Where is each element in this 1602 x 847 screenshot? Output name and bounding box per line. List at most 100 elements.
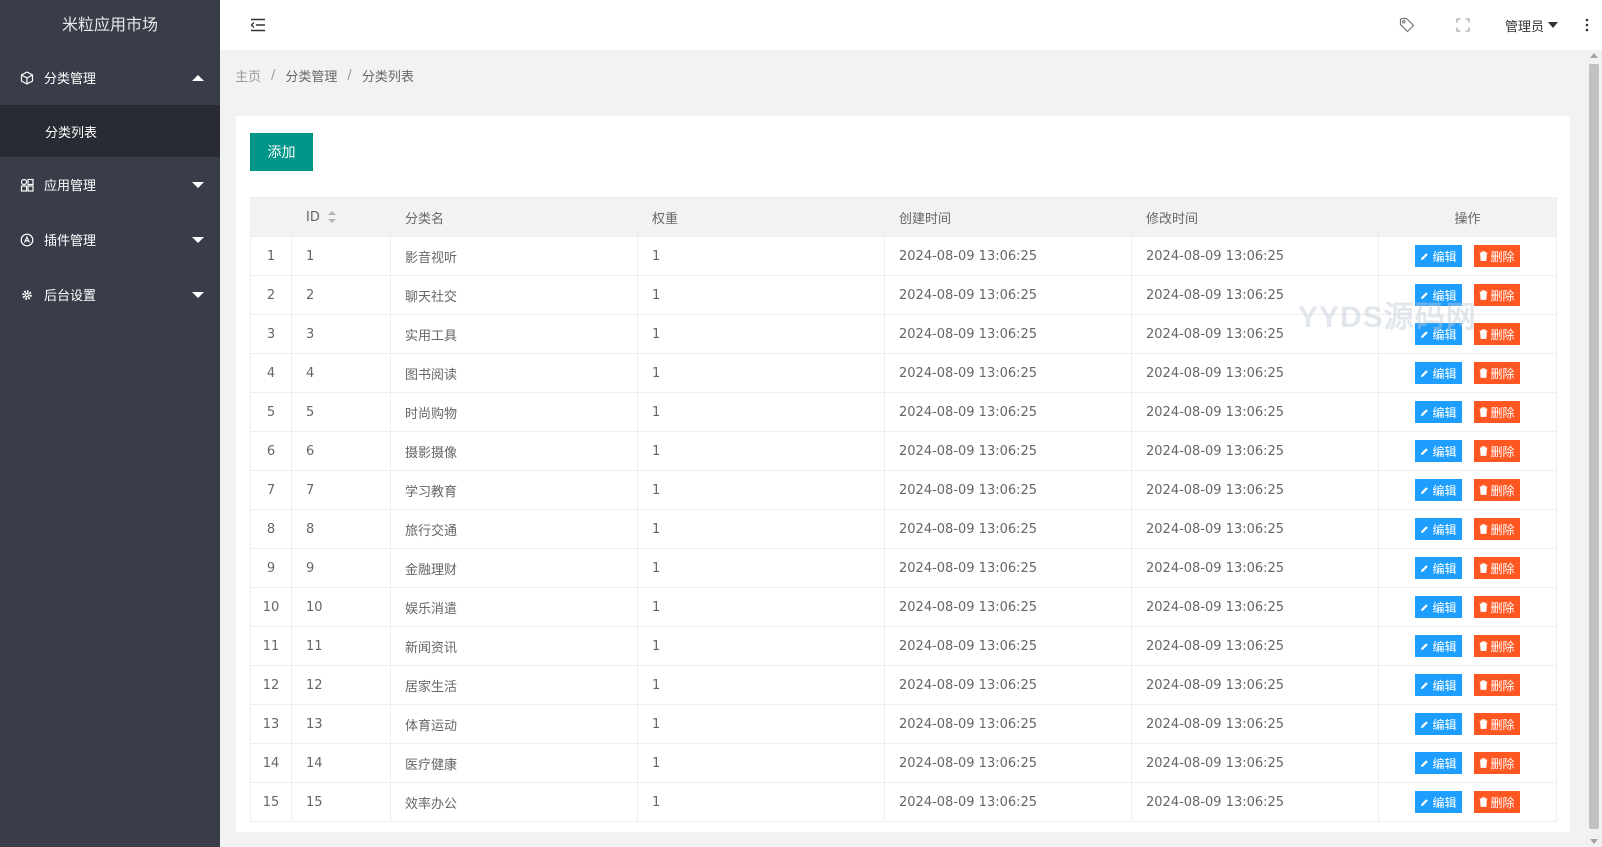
breadcrumb: 主页 / 分类管理 / 分类列表: [235, 64, 414, 86]
cell-index: 1: [250, 236, 292, 276]
table-row: 2 2 聊天社交 1 2024-08-09 13:06:25 2024-08-09 13:…: [250, 275, 1557, 315]
delete-button[interactable]: 删除: [1473, 752, 1520, 774]
more-vertical-icon[interactable]: [1572, 0, 1602, 50]
delete-button[interactable]: 删除: [1473, 245, 1520, 267]
cell-actions: 编辑 删除: [1378, 704, 1557, 744]
delete-button[interactable]: 删除: [1473, 596, 1520, 618]
sidebar-item-category-management[interactable]: 分类管理: [0, 50, 220, 105]
edit-button[interactable]: 编辑: [1415, 635, 1462, 657]
cell-id: 8: [291, 509, 391, 549]
sidebar-item-label: 分类管理: [44, 72, 97, 87]
delete-button[interactable]: 删除: [1473, 362, 1520, 384]
scroll-thumb[interactable]: [1589, 64, 1599, 829]
breadcrumb-category-management[interactable]: 分类管理: [285, 66, 337, 85]
edit-button[interactable]: 编辑: [1415, 518, 1462, 540]
table-row: 13 13 体育运动 1 2024-08-09 13:06:25 2024-08-09 1…: [250, 704, 1557, 744]
menu-fold-icon[interactable]: [248, 15, 268, 35]
edit-button[interactable]: 编辑: [1415, 440, 1462, 462]
delete-button[interactable]: 删除: [1473, 284, 1520, 306]
column-header-weight: 权重: [637, 197, 885, 237]
cell-modified: 2024-08-09 13:06:25: [1131, 626, 1379, 666]
edit-label: 编辑: [1432, 483, 1457, 498]
pencil-icon: [1420, 408, 1432, 417]
cell-name: 新闻资讯: [390, 626, 638, 666]
edit-button[interactable]: 编辑: [1415, 596, 1462, 618]
cell-name: 实用工具: [390, 314, 638, 354]
delete-button[interactable]: 删除: [1473, 440, 1520, 462]
app-logo-title[interactable]: 米粒应用市场: [0, 0, 220, 50]
edit-label: 编辑: [1432, 522, 1457, 537]
trash-icon: [1479, 368, 1491, 378]
delete-label: 删除: [1490, 717, 1515, 732]
pencil-icon: [1420, 486, 1432, 495]
edit-button[interactable]: 编辑: [1415, 401, 1462, 423]
pencil-icon: [1420, 642, 1432, 651]
pencil-icon: [1420, 603, 1432, 612]
cell-modified: 2024-08-09 13:06:25: [1131, 704, 1379, 744]
edit-label: 编辑: [1432, 288, 1457, 303]
user-menu[interactable]: 管理员: [1491, 0, 1572, 50]
cell-actions: 编辑 删除: [1378, 665, 1557, 705]
cell-actions: 编辑 删除: [1378, 782, 1557, 822]
delete-label: 删除: [1490, 561, 1515, 576]
add-button[interactable]: 添加: [250, 133, 313, 171]
cell-created: 2024-08-09 13:06:25: [884, 704, 1132, 744]
tag-icon[interactable]: [1379, 0, 1435, 50]
edit-button[interactable]: 编辑: [1415, 245, 1462, 267]
edit-label: 编辑: [1432, 600, 1457, 615]
caret-down-icon: [192, 236, 204, 243]
edit-button[interactable]: 编辑: [1415, 479, 1462, 501]
sidebar-item-app-management[interactable]: 应用管理: [0, 157, 220, 212]
pencil-icon: [1420, 447, 1432, 456]
delete-button[interactable]: 删除: [1473, 479, 1520, 501]
cell-weight: 1: [637, 236, 885, 276]
scroll-down-arrow-icon[interactable]: [1590, 839, 1598, 844]
table-row: 14 14 医疗健康 1 2024-08-09 13:06:25 2024-08-09 1…: [250, 743, 1557, 783]
cell-index: 4: [250, 353, 292, 393]
caret-down-icon: [192, 291, 204, 298]
delete-button[interactable]: 删除: [1473, 323, 1520, 345]
edit-button[interactable]: 编辑: [1415, 674, 1462, 696]
cell-created: 2024-08-09 13:06:25: [884, 275, 1132, 315]
fullscreen-icon[interactable]: [1435, 0, 1491, 50]
scroll-up-arrow-icon[interactable]: [1590, 53, 1598, 58]
caret-up-icon: [192, 74, 204, 81]
edit-button[interactable]: 编辑: [1415, 791, 1462, 813]
cell-id: 7: [291, 470, 391, 510]
delete-button[interactable]: 删除: [1473, 713, 1520, 735]
sidebar-item-label: 后台设置: [44, 289, 97, 304]
edit-button[interactable]: 编辑: [1415, 713, 1462, 735]
edit-button[interactable]: 编辑: [1415, 752, 1462, 774]
delete-button[interactable]: 删除: [1473, 635, 1520, 657]
table-row: 6 6 摄影摄像 1 2024-08-09 13:06:25 2024-08-09 13:…: [250, 431, 1557, 471]
sidebar-group-apps: 应用管理: [0, 157, 220, 212]
delete-label: 删除: [1490, 795, 1515, 810]
delete-button[interactable]: 删除: [1473, 401, 1520, 423]
delete-button[interactable]: 删除: [1473, 674, 1520, 696]
cell-modified: 2024-08-09 13:06:25: [1131, 470, 1379, 510]
page-scrollbar[interactable]: [1586, 50, 1602, 847]
cell-created: 2024-08-09 13:06:25: [884, 509, 1132, 549]
trash-icon: [1479, 251, 1491, 261]
edit-label: 编辑: [1432, 678, 1457, 693]
sidebar-item-backend-settings[interactable]: 后台设置: [0, 267, 220, 322]
caret-down-icon: [192, 181, 204, 188]
user-name: 管理员: [1504, 19, 1544, 35]
sort-icon[interactable]: [327, 211, 336, 223]
sidebar-item-category-list[interactable]: 分类列表: [0, 105, 220, 157]
pencil-icon: [1420, 369, 1432, 378]
delete-button[interactable]: 删除: [1473, 518, 1520, 540]
delete-button[interactable]: 删除: [1473, 557, 1520, 579]
gear-icon: [20, 288, 34, 302]
delete-label: 删除: [1490, 288, 1515, 303]
sidebar-group-plugins: 插件管理: [0, 212, 220, 267]
sidebar-item-plugin-management[interactable]: 插件管理: [0, 212, 220, 267]
pencil-icon: [1420, 291, 1432, 300]
edit-button[interactable]: 编辑: [1415, 557, 1462, 579]
column-header-id[interactable]: ID: [291, 197, 391, 237]
delete-button[interactable]: 删除: [1473, 791, 1520, 813]
breadcrumb-home[interactable]: 主页: [235, 66, 261, 85]
edit-button[interactable]: 编辑: [1415, 362, 1462, 384]
edit-button[interactable]: 编辑: [1415, 323, 1462, 345]
edit-button[interactable]: 编辑: [1415, 284, 1462, 306]
